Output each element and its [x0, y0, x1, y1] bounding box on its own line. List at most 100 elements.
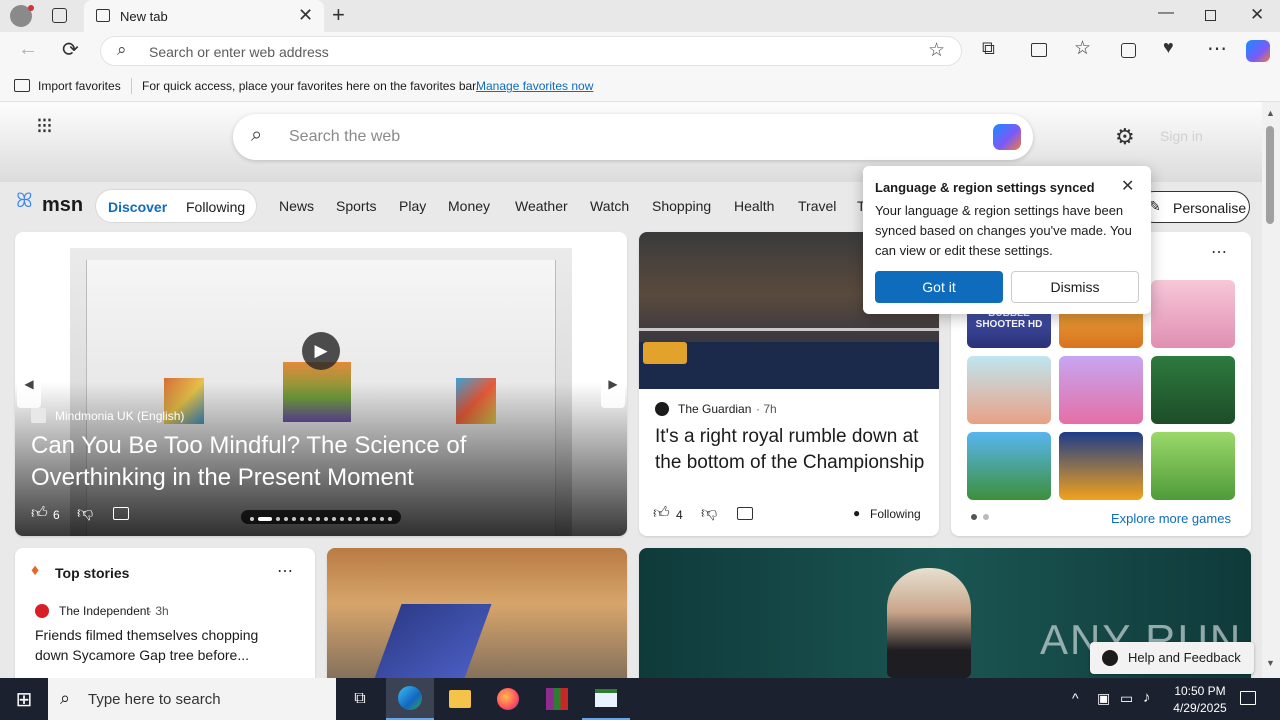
- hero-headline[interactable]: Can You Be Too Mindful? The Science of O…: [31, 430, 501, 494]
- network-icon[interactable]: ▭: [1120, 690, 1133, 707]
- split-screen-icon[interactable]: [1031, 43, 1047, 57]
- scroll-up-icon[interactable]: ▲: [1266, 108, 1275, 118]
- copilot-icon[interactable]: [1246, 40, 1270, 62]
- story2-like-count: 4: [676, 508, 683, 522]
- explore-games-link[interactable]: Explore more games: [1111, 511, 1231, 526]
- tab-discover[interactable]: Discover: [108, 199, 167, 215]
- help-feedback-label: Help and Feedback: [1128, 650, 1241, 665]
- story2-source: The Guardian: [678, 402, 752, 416]
- file-explorer-button[interactable]: [436, 678, 484, 720]
- sign-in-button[interactable]: Sign in: [1160, 128, 1203, 144]
- popup-close-icon[interactable]: ✕: [1121, 176, 1134, 196]
- tab-title: New tab: [120, 9, 168, 24]
- carousel-indicator[interactable]: [241, 510, 401, 524]
- comment-off-icon[interactable]: [737, 507, 753, 520]
- dislike-icon[interactable]: 👎︎: [701, 504, 717, 523]
- nav-money[interactable]: Money: [448, 198, 490, 214]
- scroll-thumb[interactable]: [1266, 126, 1274, 224]
- favorites-icon[interactable]: ☆: [1074, 37, 1091, 60]
- tab-close-icon[interactable]: ✕: [298, 5, 313, 26]
- nav-news[interactable]: News: [279, 198, 314, 214]
- game-tile-mahjong[interactable]: [1151, 356, 1235, 424]
- dislike-icon[interactable]: 👎︎: [77, 504, 93, 523]
- nav-play[interactable]: Play: [399, 198, 426, 214]
- top-story-headline[interactable]: Friends filmed themselves chopping down …: [35, 625, 285, 665]
- story-card-solar[interactable]: [327, 548, 627, 678]
- back-icon[interactable]: ←: [18, 38, 38, 61]
- taskbar-search-input[interactable]: Type here to search: [88, 691, 221, 708]
- web-search-box[interactable]: ⌕ Search the web: [233, 114, 1033, 160]
- got-it-button[interactable]: Got it: [875, 271, 1003, 303]
- games-page-dot-active[interactable]: [971, 514, 977, 520]
- story2-age: · 7h: [756, 402, 777, 416]
- task-view-button[interactable]: ⧉: [336, 678, 384, 720]
- nav-weather[interactable]: Weather: [515, 198, 568, 214]
- carousel-prev-button[interactable]: ◀: [17, 360, 41, 408]
- tab-following[interactable]: Following: [186, 199, 245, 215]
- nav-travel[interactable]: Travel: [798, 198, 836, 214]
- tray-chevron-icon[interactable]: ^: [1072, 690, 1079, 706]
- personalise-button[interactable]: ✎ Personalise: [1138, 191, 1250, 223]
- games-more-icon[interactable]: ⋯: [1211, 242, 1227, 262]
- game-tile-key-puzzle[interactable]: [1151, 432, 1235, 500]
- game-tile-doctor[interactable]: [967, 356, 1051, 424]
- solar-panel-image: [372, 604, 492, 678]
- page-scrollbar[interactable]: ▲ ▼: [1262, 102, 1280, 678]
- taskbar-search-box[interactable]: ⌕ Type here to search: [48, 678, 336, 720]
- copilot-icon[interactable]: [993, 124, 1021, 150]
- top-stories-more-icon[interactable]: ⋯: [277, 561, 293, 581]
- apps-launcher-icon[interactable]: ⁝⁝⁝: [36, 115, 53, 137]
- game-tile-foot-doctor[interactable]: [967, 432, 1051, 500]
- help-feedback-button[interactable]: Help and Feedback: [1090, 642, 1254, 674]
- extensions-icon[interactable]: ⧉: [982, 38, 995, 59]
- collections-icon[interactable]: [1121, 43, 1136, 58]
- restore-icon[interactable]: [1205, 10, 1216, 21]
- volume-icon[interactable]: ♪: [1143, 689, 1151, 706]
- story2-following[interactable]: Following: [870, 507, 921, 521]
- popup-title: Language & region settings synced: [875, 180, 1095, 195]
- start-button[interactable]: ⊞: [0, 678, 48, 720]
- web-search-input[interactable]: Search the web: [289, 128, 400, 146]
- winrar-button[interactable]: [533, 678, 581, 720]
- game-tile-blocks[interactable]: [1059, 432, 1143, 500]
- editor-app-button[interactable]: [582, 678, 630, 720]
- edge-taskbar-button[interactable]: [386, 678, 434, 720]
- dismiss-button[interactable]: Dismiss: [1011, 271, 1139, 303]
- notifications-icon[interactable]: [1240, 691, 1256, 705]
- msn-logo[interactable]: ꕤ msn: [16, 190, 83, 216]
- games-page-dot[interactable]: [983, 514, 989, 520]
- like-icon[interactable]: 👍︎: [653, 504, 670, 523]
- game-tile-makeup[interactable]: [1059, 356, 1143, 424]
- nav-sports[interactable]: Sports: [336, 198, 376, 214]
- carousel-next-button[interactable]: ▶: [601, 360, 625, 408]
- like-icon[interactable]: 👍︎: [31, 504, 48, 523]
- nav-health[interactable]: Health: [734, 198, 774, 214]
- nav-watch[interactable]: Watch: [590, 198, 629, 214]
- story2-headline[interactable]: It's a right royal rumble down at the bo…: [655, 424, 925, 476]
- game-tile-dress-up[interactable]: [1151, 280, 1235, 348]
- minimize-icon[interactable]: —: [1158, 4, 1174, 22]
- performance-icon[interactable]: ♥: [1163, 37, 1174, 58]
- scroll-down-icon[interactable]: ▼: [1266, 658, 1275, 668]
- refresh-icon[interactable]: ⟳: [62, 37, 79, 62]
- import-favorites-button[interactable]: Import favorites: [38, 79, 121, 93]
- firefox-button[interactable]: [484, 678, 532, 720]
- close-window-icon[interactable]: ✕: [1250, 5, 1264, 25]
- hero-card[interactable]: ▶ ◀ ▶ Mindmonia UK (English) Can You Be …: [15, 232, 627, 536]
- address-bar[interactable]: ⌕ Search or enter web address ☆: [100, 36, 962, 66]
- tab-actions-icon[interactable]: [52, 8, 67, 23]
- tab-new-tab[interactable]: New tab ✕: [84, 0, 324, 32]
- clash-of-clans-banner: [643, 342, 687, 364]
- manage-favorites-link[interactable]: Manage favorites now: [476, 79, 593, 93]
- address-input[interactable]: Search or enter web address: [149, 44, 329, 60]
- clock-time[interactable]: 10:50 PM: [1170, 684, 1230, 698]
- more-menu-icon[interactable]: ⋯: [1207, 36, 1227, 61]
- new-tab-icon[interactable]: +: [332, 2, 345, 28]
- add-favorite-icon[interactable]: ☆: [928, 39, 945, 62]
- comment-icon[interactable]: [113, 507, 129, 520]
- play-button[interactable]: ▶: [302, 332, 340, 370]
- nav-shopping[interactable]: Shopping: [652, 198, 711, 214]
- settings-icon[interactable]: ⚙: [1115, 124, 1135, 150]
- clock-date[interactable]: 4/29/2025: [1166, 701, 1234, 715]
- tray-device-icon[interactable]: ▣: [1097, 690, 1110, 707]
